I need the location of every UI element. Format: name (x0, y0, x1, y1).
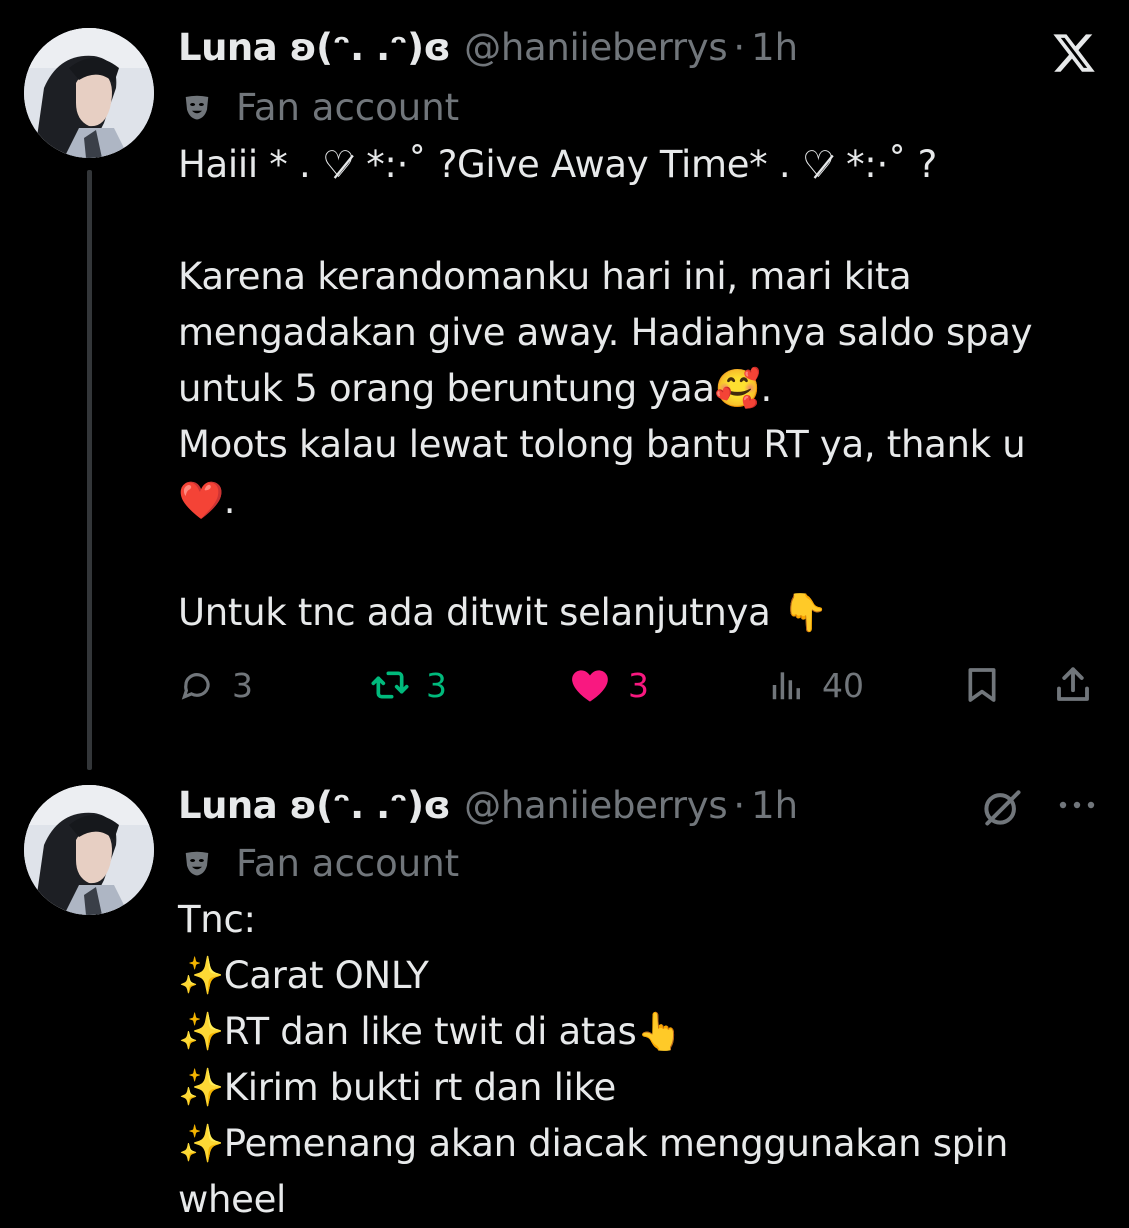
label-text: Fan account (236, 85, 460, 129)
views-count: 40 (822, 665, 864, 705)
display-name[interactable]: Luna ʚ(ᵔ. .ᵔ)ɞ (178, 784, 451, 827)
reply-icon (178, 666, 216, 704)
reply-count: 3 (232, 665, 253, 705)
share-icon (1052, 664, 1094, 706)
avatar[interactable] (24, 785, 154, 915)
affiliation-label: Fan account (178, 84, 459, 130)
separator-dot: · (733, 783, 746, 827)
display-name[interactable]: Luna ʚ(ᵔ. .ᵔ)ɞ (178, 26, 451, 69)
retweet-button[interactable]: 3 (370, 660, 447, 710)
bookmark-icon (962, 665, 1002, 705)
tweet-text: Haiii * . ♡̷ *:·˚ ?Give Away Time* . ♡̷ … (178, 143, 1033, 634)
grok-icon[interactable] (980, 785, 1024, 829)
tweet-header: Luna ʚ(ᵔ. .ᵔ)ɞ @haniieberrys · 1h (178, 24, 798, 70)
more-icon[interactable] (1055, 795, 1099, 815)
retweet-count: 3 (426, 665, 447, 705)
thread-line (87, 170, 92, 770)
retweet-icon (370, 665, 410, 705)
share-button[interactable] (1052, 660, 1094, 710)
label-text: Fan account (236, 841, 460, 885)
views-button[interactable]: 40 (768, 660, 864, 710)
heart-filled-icon (568, 663, 612, 707)
handle[interactable]: @haniieberrys (464, 784, 728, 827)
tweet[interactable]: Luna ʚ(ᵔ. .ᵔ)ɞ @haniieberrys · 1h Fan ac… (0, 770, 1129, 1221)
avatar[interactable] (24, 28, 154, 158)
handle[interactable]: @haniieberrys (464, 26, 728, 69)
views-icon (768, 666, 806, 704)
timestamp[interactable]: 1h (751, 26, 798, 69)
like-button[interactable]: 3 (568, 660, 649, 710)
affiliation-label: Fan account (178, 840, 459, 886)
like-count: 3 (628, 665, 649, 705)
reply-button[interactable]: 3 (178, 660, 253, 710)
separator-dot: · (733, 25, 746, 69)
action-bar: 3 3 3 40 (178, 660, 1098, 710)
tweet[interactable]: Luna ʚ(ᵔ. .ᵔ)ɞ @haniieberrys · 1h Fan ac… (0, 0, 1129, 770)
tweet-text: Tnc: ✨Carat ONLY ✨RT dan like twit di at… (178, 898, 1008, 1221)
tweet-header: Luna ʚ(ᵔ. .ᵔ)ɞ @haniieberrys · 1h (178, 782, 798, 828)
timestamp[interactable]: 1h (751, 784, 798, 827)
theater-mask-icon (178, 844, 216, 882)
bookmark-button[interactable] (962, 660, 1002, 710)
theater-mask-icon (178, 88, 216, 126)
